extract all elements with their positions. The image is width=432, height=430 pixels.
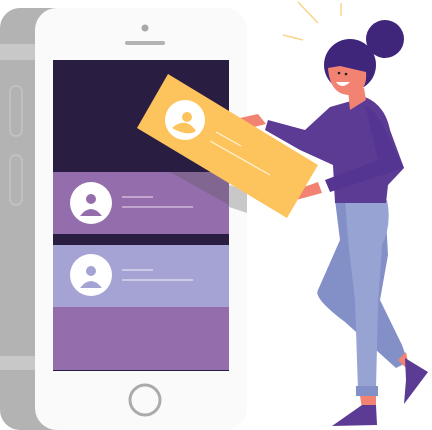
spark-lines (282, 1, 342, 41)
phone-side-band (0, 356, 40, 370)
shoe (332, 405, 377, 426)
phone-side-band (0, 44, 40, 60)
woman-figure (240, 20, 428, 426)
user-icon (86, 194, 96, 204)
user-icon (182, 112, 192, 122)
empty-card (53, 307, 229, 370)
phone-illustration (0, 1, 428, 430)
avatar (70, 254, 112, 296)
shoe (404, 358, 428, 404)
speaker-grill (125, 41, 165, 45)
user-icon (86, 266, 96, 276)
camera-icon (141, 24, 149, 32)
avatar (70, 182, 112, 224)
